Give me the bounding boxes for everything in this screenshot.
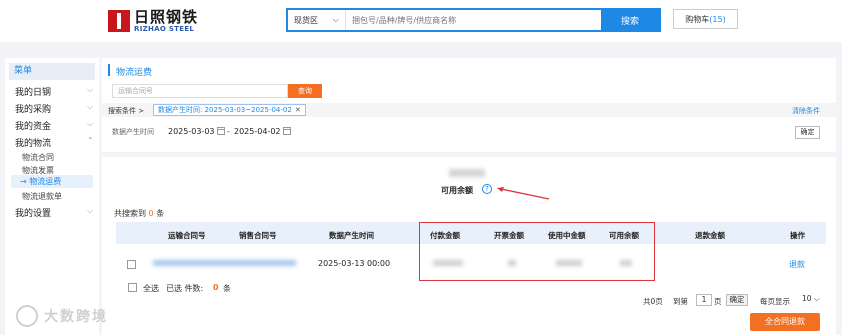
chevron-down-icon: ⌵ <box>813 294 820 303</box>
cart-button[interactable]: 购物车 (15) <box>673 9 738 29</box>
transport-contract-input[interactable]: 运输合同号 <box>112 84 288 98</box>
pagination-total: 共0页 <box>643 297 663 306</box>
rizhao-steel-logo[interactable]: 日照钢铁 RIZHAO STEEL <box>108 9 198 33</box>
sidebar-item-logistics-refund[interactable]: 物流退款单 <box>22 191 62 202</box>
row-checkbox[interactable] <box>127 260 136 269</box>
search-result-count: 共搜索到 0 条 <box>114 209 165 218</box>
page-title: 物流运费 <box>116 68 153 78</box>
condition-tag-text: 数据产生时间: 2025-03-03~2025-04-02 <box>158 106 292 114</box>
logo-mark-icon <box>108 10 130 32</box>
goto-page-button[interactable]: 确定 <box>726 294 748 306</box>
chevron-down-icon[interactable]: ⌵ <box>87 85 93 95</box>
sidebar-item-my-funds[interactable]: 我的资金 <box>15 119 51 132</box>
col-transport-contract: 运输合同号 <box>168 231 206 240</box>
search-scope-select[interactable]: 现货区 ⌵ <box>288 10 346 30</box>
help-icon[interactable]: ? <box>482 184 492 194</box>
search-button[interactable]: 搜索 <box>601 10 659 30</box>
menu-title: 菜单 <box>9 63 95 80</box>
available-balance-label: 可用余额 <box>441 186 473 195</box>
watermark-logo-icon <box>16 305 38 327</box>
search-bar: 现货区 ⌵ 搜索 <box>286 8 661 32</box>
filter-panel: 物流运费 运输合同号 查询 搜索条件 > 数据产生时间: 2025-03-03~… <box>102 58 836 152</box>
col-refund-amount: 退款金额 <box>695 231 725 240</box>
chevron-down-icon: ⌵ <box>332 15 339 24</box>
selected-count: 0 <box>213 283 219 292</box>
top-header: 日照钢铁 RIZHAO STEEL 现货区 ⌵ 搜索 购物车 (15) <box>0 0 842 42</box>
highlight-box <box>419 222 655 281</box>
created-time-cell: 2025-03-13 00:00 <box>318 259 391 268</box>
sidebar-item-my-purchase[interactable]: 我的采购 <box>15 102 51 115</box>
chevron-down-icon[interactable]: ⌵ <box>87 206 93 216</box>
watermark-text: 大数跨境 <box>44 309 108 325</box>
calendar-icon[interactable] <box>217 127 225 135</box>
date-range-label: 数据产生时间 <box>112 128 154 136</box>
calendar-icon[interactable] <box>283 127 291 135</box>
select-all-checkbox[interactable] <box>128 283 137 292</box>
close-icon[interactable]: ✕ <box>295 106 301 114</box>
sidebar-item-logistics-freight[interactable]: → 物流运费 <box>11 175 93 188</box>
refund-link[interactable]: 退款 <box>789 259 805 270</box>
sidebar-item-my-settings[interactable]: 我的设置 <box>15 206 51 219</box>
title-accent-bar <box>108 64 110 76</box>
date-start-field[interactable]: 2025-03-03 <box>168 127 215 136</box>
chevron-down-icon[interactable]: ⌵ <box>87 102 93 112</box>
condition-label: 搜索条件 > <box>108 107 145 115</box>
selected-count-label: 已选 件数: <box>166 284 204 293</box>
arrow-right-icon: → <box>20 177 30 186</box>
sidebar-item-my-rizhao[interactable]: 我的日钢 <box>15 85 51 98</box>
logo-en-text: RIZHAO STEEL <box>134 25 195 33</box>
search-condition-row: 搜索条件 > 数据产生时间: 2025-03-03~2025-04-02 ✕ 清除… <box>102 103 836 117</box>
annotation-arrow <box>497 187 550 200</box>
page-number-input[interactable]: 1 <box>696 294 712 306</box>
sidebar-item-logistics-contract[interactable]: 物流合同 <box>22 152 54 163</box>
date-separator: - <box>227 127 230 136</box>
per-page-select[interactable]: 10 ⌵ <box>802 294 820 304</box>
selected-unit: 条 <box>223 284 231 293</box>
sidebar-item-my-logistics[interactable]: 我的物流 <box>15 136 51 149</box>
chevron-down-icon[interactable]: ⌵ <box>87 119 93 129</box>
sidebar-item-label: 物流运费 <box>29 177 62 186</box>
search-scope-label: 现货区 <box>294 15 318 25</box>
available-balance-amount <box>449 169 485 177</box>
col-sales-contract: 销售合同号 <box>239 231 277 240</box>
pagination-goto-label: 到第 <box>673 297 688 306</box>
sidebar-menu: 菜单 我的日钢 ⌵ 我的采购 ⌵ 我的资金 ⌵ 我的物流 ⌃ 物流合同 物流发票… <box>5 58 99 335</box>
chevron-up-icon[interactable]: ⌃ <box>87 136 94 145</box>
logo-cn-text: 日照钢铁 <box>134 8 199 26</box>
select-all-label: 全选 <box>143 284 159 293</box>
clear-conditions-link[interactable]: 清除条件 <box>792 106 820 116</box>
full-contract-refund-button[interactable]: 全合同退款 <box>750 313 820 331</box>
date-end-field[interactable]: 2025-04-02 <box>234 127 281 136</box>
search-input[interactable] <box>346 10 601 30</box>
result-count-number: 0 <box>148 209 154 218</box>
watermark: 大数跨境 <box>0 305 108 327</box>
query-button[interactable]: 查询 <box>288 84 322 98</box>
cart-count: (15) <box>709 14 726 24</box>
cart-label: 购物车 <box>685 14 710 24</box>
confirm-date-button[interactable]: 确定 <box>795 126 820 139</box>
per-page-label: 每页显示 <box>760 297 790 306</box>
pagination-unit: 页 <box>714 297 722 306</box>
col-action: 操作 <box>790 231 805 240</box>
condition-tag[interactable]: 数据产生时间: 2025-03-03~2025-04-02 ✕ <box>153 104 306 116</box>
col-created-time: 数据产生时间 <box>329 231 374 240</box>
transport-contract-link[interactable] <box>153 260 296 266</box>
